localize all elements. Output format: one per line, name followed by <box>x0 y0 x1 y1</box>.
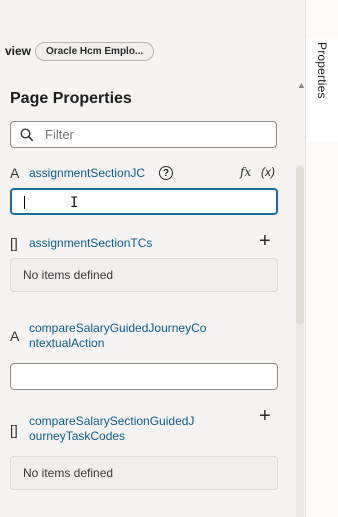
tab-properties[interactable]: Properties ▲ <box>297 38 338 142</box>
property-label-compare-salary-task-codes: compareSalarySectionGuidedJ ourneyTaskCo… <box>29 414 194 444</box>
array-type-icon: [] <box>10 422 18 438</box>
scrollbar-thumb[interactable] <box>296 167 304 324</box>
properties-panel: view Oracle Hcm Emplo... Page Properties… <box>0 0 305 517</box>
empty-items-text: No items defined <box>23 466 114 480</box>
search-icon <box>20 128 34 142</box>
text-caret <box>24 196 25 209</box>
help-icon[interactable]: ? <box>159 166 173 180</box>
page-title: Page Properties <box>10 90 132 107</box>
property-label-assignment-section-jc: assignmentSectionJC <box>29 166 146 180</box>
empty-items-text: No items defined <box>23 268 114 282</box>
expression-fx-button[interactable]: fx <box>240 165 251 179</box>
breadcrumb-pill[interactable]: Oracle Hcm Emplo... <box>35 41 155 61</box>
breadcrumb: view Oracle Hcm Emplo... <box>5 41 155 61</box>
breadcrumb-prefix: view <box>5 44 32 58</box>
empty-items-box: No items defined <box>10 258 278 292</box>
property-label-line: compareSalaryGuidedJourneyCo <box>29 321 207 335</box>
filter-field[interactable] <box>10 121 277 148</box>
chevron-up-icon: ▲ <box>297 80 306 90</box>
property-label-assignment-section-tcs: assignmentSectionTCs <box>29 236 153 250</box>
assignment-section-jc-input[interactable]: I <box>10 188 278 215</box>
array-type-icon: [] <box>10 235 18 251</box>
filter-input[interactable] <box>45 125 265 144</box>
ibeam-cursor-icon: I <box>70 195 79 211</box>
text-type-icon: A <box>10 165 20 181</box>
tab-properties-label: Properties <box>315 42 329 99</box>
empty-items-box: No items defined <box>10 456 278 490</box>
compare-salary-contextual-action-input[interactable] <box>10 363 278 390</box>
add-item-button[interactable]: + <box>259 231 271 251</box>
property-label-line: compareSalarySectionGuidedJ <box>29 414 195 428</box>
property-label-compare-salary-contextual-action: compareSalaryGuidedJourneyCo ntextualAct… <box>29 321 206 351</box>
property-label-line: ntextualAction <box>29 336 105 350</box>
add-item-button[interactable]: + <box>259 406 271 426</box>
variable-x-button[interactable]: (x) <box>261 165 275 179</box>
right-rail: Properties ▲ <box>297 0 338 517</box>
text-type-icon: A <box>10 328 20 344</box>
property-label-line: ourneyTaskCodes <box>29 429 126 443</box>
